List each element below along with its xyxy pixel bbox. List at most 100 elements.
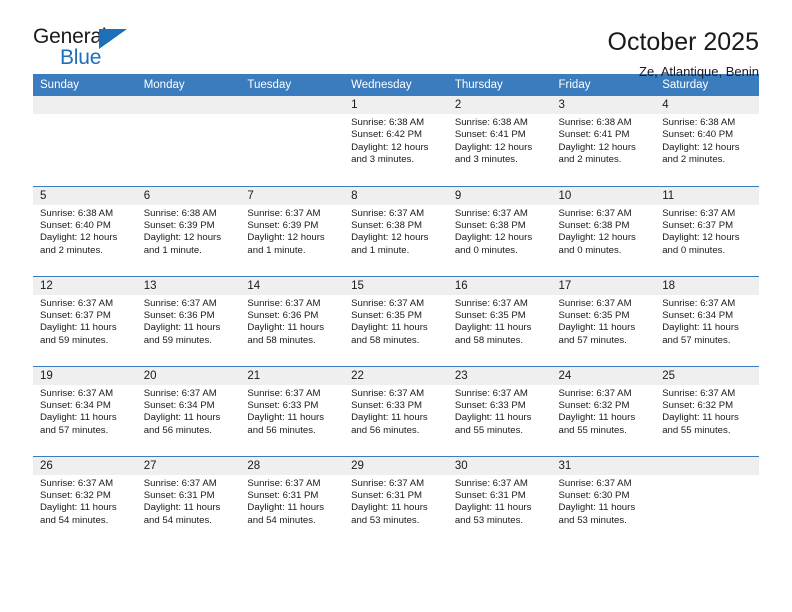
sunset-text: Sunset: 6:35 PM (454, 309, 526, 321)
calendar-day-cell[interactable]: 11 Sunrise: 6:37 AM Sunset: 6:37 PM Dayligh… (655, 185, 759, 276)
daylight-text: Daylight: 11 hours and 57 minutes. (558, 322, 636, 346)
sunset-text: Sunset: 6:32 PM (558, 399, 630, 411)
day-number: 6 (136, 186, 241, 205)
daylight-text: Daylight: 12 hours and 3 minutes. (351, 141, 429, 166)
day-info: Sunrise: 6:37 AM Sunset: 6:38 PM Daylight:… (344, 205, 448, 258)
day-info: Sunrise: 6:37 AM Sunset: 6:35 PM Daylight:… (448, 295, 552, 348)
day-number: 13 (136, 276, 241, 295)
daylight-text: Daylight: 12 hours and 3 minutes. (454, 141, 533, 166)
triangle-icon (99, 29, 127, 49)
sunrise-text: Sunrise: 6:38 AM (454, 117, 528, 128)
day-info: Sunrise: 6:37 AM Sunset: 6:30 PM Daylight:… (552, 475, 656, 528)
day-info: Sunrise: 6:37 AM Sunset: 6:38 PM Daylight:… (448, 205, 552, 258)
day-number: 28 (240, 456, 345, 475)
day-number: 16 (447, 276, 552, 295)
calendar-day-cell[interactable]: 12 Sunrise: 6:37 AM Sunset: 6:37 PM Dayligh… (33, 275, 137, 366)
calendar-day-cell[interactable]: 2 Sunrise: 6:38 AM Sunset: 6:41 PM Daylight… (447, 96, 552, 186)
calendar-day-cell[interactable]: 7 Sunrise: 6:37 AM Sunset: 6:39 PM Daylight… (240, 185, 345, 276)
calendar-day-cell[interactable]: 16 Sunrise: 6:37 AM Sunset: 6:35 PM Dayligh… (447, 275, 552, 366)
day-number: 27 (136, 456, 241, 475)
calendar-day-cell[interactable]: 27 Sunrise: 6:37 AM Sunset: 6:31 PM Dayligh… (136, 455, 241, 546)
calendar-day-cell[interactable]: 15 Sunrise: 6:37 AM Sunset: 6:35 PM Dayligh… (344, 275, 448, 366)
day-number (33, 96, 137, 114)
day-number (136, 96, 241, 114)
calendar-day-cell[interactable]: 21 Sunrise: 6:37 AM Sunset: 6:33 PM Dayligh… (240, 365, 345, 456)
calendar-day-cell[interactable]: 29 Sunrise: 6:37 AM Sunset: 6:31 PM Dayligh… (344, 455, 448, 546)
calendar-day-cell[interactable]: 6 Sunrise: 6:38 AM Sunset: 6:39 PM Daylight… (136, 185, 241, 276)
calendar-day-cell[interactable]: 20 Sunrise: 6:37 AM Sunset: 6:34 PM Dayligh… (136, 365, 241, 456)
calendar-day-cell[interactable]: 18 Sunrise: 6:37 AM Sunset: 6:34 PM Dayligh… (655, 275, 759, 366)
day-number: 12 (33, 276, 137, 295)
sunrise-text: Sunrise: 6:37 AM (143, 297, 217, 309)
page-header: General Blue October 2025 Ze, Atlantique… (33, 0, 759, 79)
calendar-day-cell[interactable]: 1 Sunrise: 6:38 AM Sunset: 6:42 PM Daylight… (344, 96, 448, 186)
day-number: 4 (655, 96, 759, 114)
sunset-text: Sunset: 6:38 PM (351, 219, 423, 231)
calendar-day-cell[interactable]: 4 Sunrise: 6:38 AM Sunset: 6:40 PM Daylight… (655, 96, 759, 186)
calendar-day-cell[interactable]: 22 Sunrise: 6:37 AM Sunset: 6:33 PM Dayligh… (344, 365, 448, 456)
weekday-header-sunday: Sunday (33, 74, 137, 96)
calendar-cell-empty (240, 96, 345, 186)
calendar-day-cell[interactable]: 3 Sunrise: 6:38 AM Sunset: 6:41 PM Daylight… (551, 96, 656, 186)
sunrise-text: Sunrise: 6:37 AM (454, 477, 528, 489)
title-block: October 2025 Ze, Atlantique, Benin (608, 26, 760, 83)
day-info: Sunrise: 6:38 AM Sunset: 6:41 PM Daylight:… (448, 114, 552, 167)
calendar-day-cell[interactable]: 24 Sunrise: 6:37 AM Sunset: 6:32 PM Dayligh… (551, 365, 656, 456)
calendar-cell-empty (33, 96, 137, 186)
sunrise-text: Sunrise: 6:37 AM (247, 297, 321, 309)
day-number: 7 (240, 186, 345, 205)
calendar-body: 1 Sunrise: 6:38 AM Sunset: 6:42 PM Daylight… (33, 96, 759, 546)
daylight-text: Daylight: 11 hours and 58 minutes. (247, 322, 325, 346)
sunrise-text: Sunrise: 6:37 AM (143, 387, 217, 399)
calendar-day-cell[interactable]: 13 Sunrise: 6:37 AM Sunset: 6:36 PM Dayligh… (136, 275, 241, 366)
day-info: Sunrise: 6:37 AM Sunset: 6:34 PM Daylight:… (655, 295, 759, 348)
calendar-day-cell[interactable]: 30 Sunrise: 6:37 AM Sunset: 6:31 PM Dayligh… (447, 455, 552, 546)
sunset-text: Sunset: 6:40 PM (662, 129, 734, 141)
sunrise-text: Sunrise: 6:37 AM (662, 297, 736, 309)
day-info: Sunrise: 6:37 AM Sunset: 6:35 PM Daylight:… (552, 295, 656, 348)
sunrise-text: Sunrise: 6:38 AM (351, 117, 425, 128)
day-info: Sunrise: 6:37 AM Sunset: 6:33 PM Daylight:… (240, 385, 344, 438)
sunrise-text: Sunrise: 6:37 AM (454, 297, 528, 309)
day-number (240, 96, 345, 114)
calendar-day-cell[interactable]: 17 Sunrise: 6:37 AM Sunset: 6:35 PM Dayligh… (551, 275, 656, 366)
sunrise-text: Sunrise: 6:37 AM (143, 477, 217, 489)
logo-text-blue: Blue (60, 46, 102, 69)
calendar-day-cell[interactable]: 9 Sunrise: 6:37 AM Sunset: 6:38 PM Daylight… (447, 185, 552, 276)
day-info: Sunrise: 6:37 AM Sunset: 6:32 PM Daylight:… (552, 385, 656, 438)
sunset-text: Sunset: 6:37 PM (40, 309, 111, 321)
day-number: 5 (33, 186, 137, 205)
day-info: Sunrise: 6:37 AM Sunset: 6:38 PM Daylight:… (552, 205, 656, 258)
day-number: 9 (447, 186, 552, 205)
sunset-text: Sunset: 6:34 PM (40, 399, 111, 411)
day-info: Sunrise: 6:37 AM Sunset: 6:32 PM Daylight:… (655, 385, 759, 438)
sunset-text: Sunset: 6:35 PM (558, 309, 630, 321)
daylight-text: Daylight: 11 hours and 57 minutes. (662, 322, 739, 346)
day-number: 2 (447, 96, 552, 114)
calendar-day-cell[interactable]: 25 Sunrise: 6:37 AM Sunset: 6:32 PM Dayligh… (655, 365, 759, 456)
day-number (655, 456, 759, 475)
day-info: Sunrise: 6:37 AM Sunset: 6:33 PM Daylight:… (344, 385, 448, 438)
daylight-text: Daylight: 11 hours and 53 minutes. (454, 502, 532, 526)
calendar-day-cell[interactable]: 10 Sunrise: 6:37 AM Sunset: 6:38 PM Dayligh… (551, 185, 656, 276)
calendar-day-cell[interactable]: 8 Sunrise: 6:37 AM Sunset: 6:38 PM Daylight… (344, 185, 448, 276)
daylight-text: Daylight: 11 hours and 54 minutes. (143, 502, 221, 526)
calendar-day-cell[interactable]: 28 Sunrise: 6:37 AM Sunset: 6:31 PM Dayligh… (240, 455, 345, 546)
calendar-day-cell[interactable]: 19 Sunrise: 6:37 AM Sunset: 6:34 PM Dayligh… (33, 365, 137, 456)
calendar-day-cell[interactable]: 5 Sunrise: 6:38 AM Sunset: 6:40 PM Daylight… (33, 185, 137, 276)
daylight-text: Daylight: 11 hours and 59 minutes. (143, 322, 221, 346)
calendar-day-cell[interactable]: 14 Sunrise: 6:37 AM Sunset: 6:36 PM Dayligh… (240, 275, 345, 366)
sunset-text: Sunset: 6:37 PM (662, 219, 734, 231)
sunrise-text: Sunrise: 6:37 AM (558, 207, 632, 219)
day-info: Sunrise: 6:37 AM Sunset: 6:36 PM Daylight:… (137, 295, 241, 348)
sunrise-text: Sunrise: 6:37 AM (351, 297, 425, 309)
daylight-text: Daylight: 12 hours and 0 minutes. (662, 232, 740, 256)
day-number: 21 (240, 366, 345, 385)
calendar-week-row: 19 Sunrise: 6:37 AM Sunset: 6:34 PM Dayligh… (33, 365, 759, 456)
calendar-day-cell[interactable]: 23 Sunrise: 6:37 AM Sunset: 6:33 PM Dayligh… (447, 365, 552, 456)
daylight-text: Daylight: 11 hours and 54 minutes. (40, 502, 117, 526)
calendar-day-cell[interactable]: 26 Sunrise: 6:37 AM Sunset: 6:32 PM Dayligh… (33, 455, 137, 546)
day-number: 25 (655, 366, 759, 385)
day-number: 14 (240, 276, 345, 295)
calendar-day-cell[interactable]: 31 Sunrise: 6:37 AM Sunset: 6:30 PM Dayligh… (551, 455, 656, 546)
